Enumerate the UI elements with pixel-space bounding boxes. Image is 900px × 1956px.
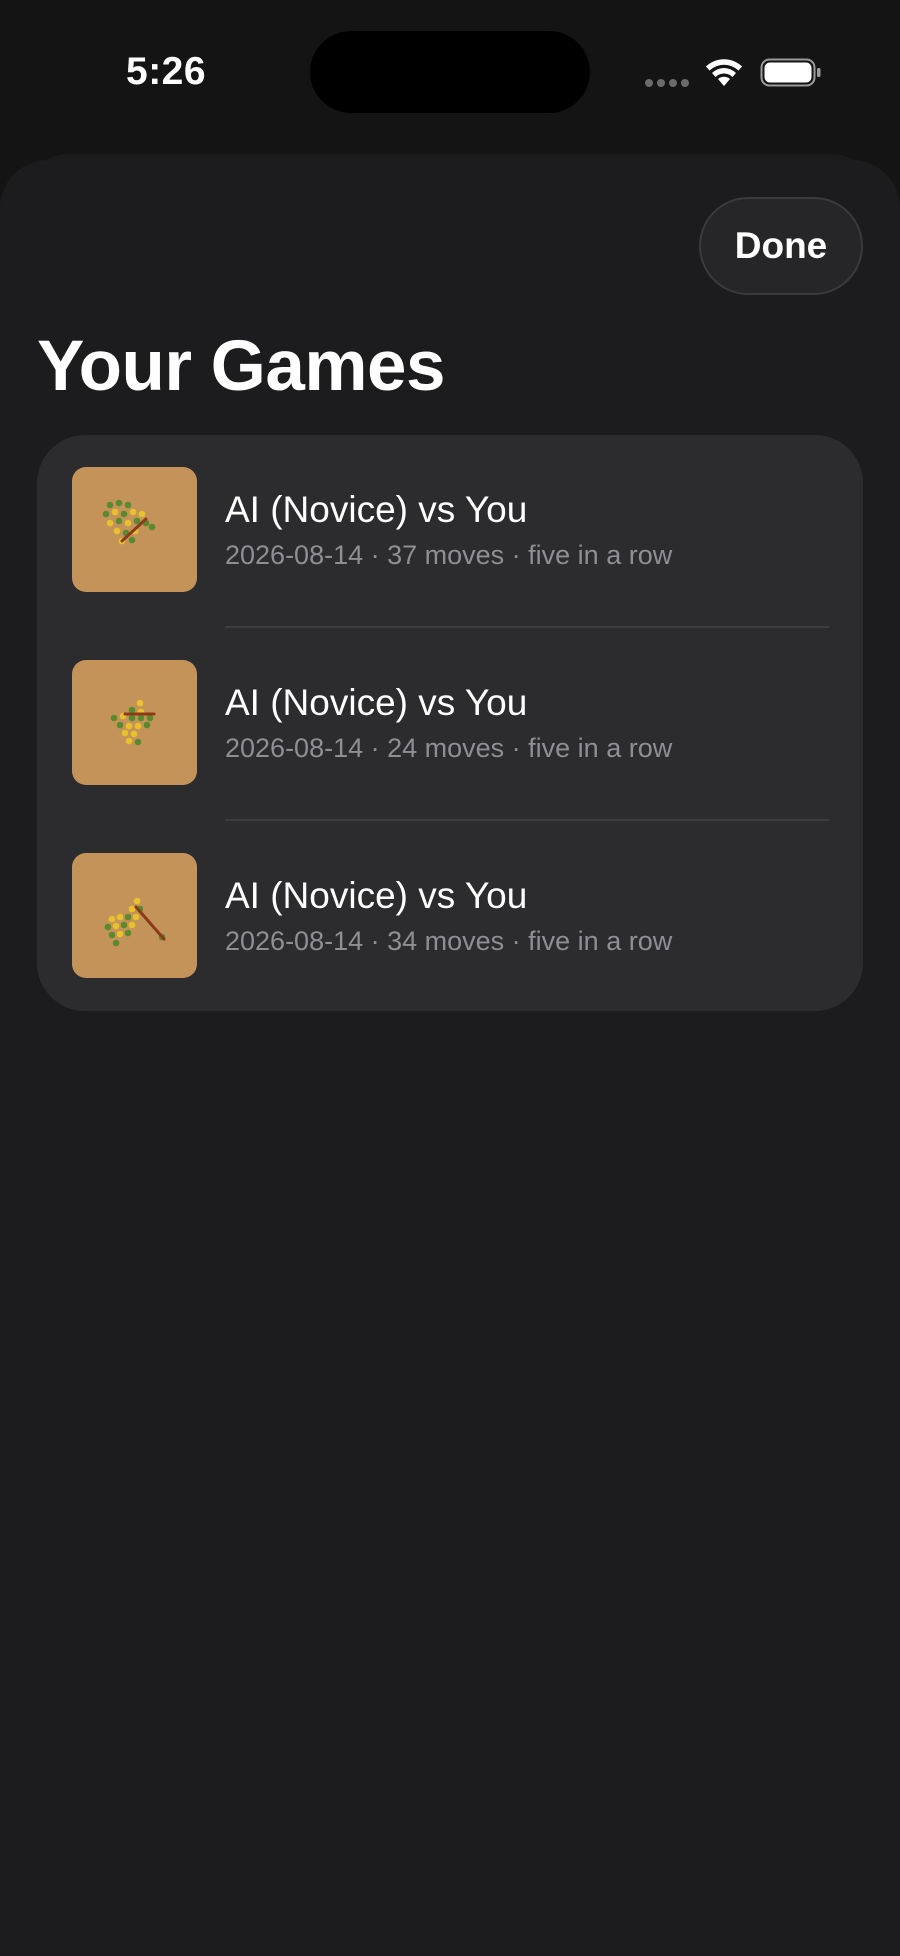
games-sheet: Done Your Games AI (Novice) vs You 2026-…	[0, 160, 900, 1956]
game-row-text: AI (Novice) vs You 2026-08-14 · 24 moves…	[225, 684, 672, 762]
game-row-text: AI (Novice) vs You 2026-08-14 · 37 moves…	[225, 491, 672, 569]
game-row-text: AI (Novice) vs You 2026-08-14 · 34 moves…	[225, 877, 672, 955]
cellular-signal-icon	[645, 79, 689, 87]
board-thumbnail	[72, 467, 197, 592]
game-row[interactable]: AI (Novice) vs You 2026-08-14 · 34 moves…	[37, 821, 863, 1011]
wifi-icon	[706, 59, 742, 86]
stones	[104, 897, 166, 947]
board-thumbnail	[72, 660, 197, 785]
game-subtitle: 2026-08-14 · 24 moves · five in a row	[225, 733, 673, 763]
game-title: AI (Novice) vs You	[225, 875, 528, 916]
done-button[interactable]: Done	[699, 197, 863, 295]
game-row[interactable]: AI (Novice) vs You 2026-08-14 · 24 moves…	[37, 628, 863, 821]
stones	[110, 699, 154, 746]
board-thumbnail	[72, 853, 197, 978]
screen: 5:26 Done Your Games AI (Novice) vs You …	[0, 0, 900, 1956]
game-subtitle: 2026-08-14 · 37 moves · five in a row	[225, 540, 673, 570]
game-title: AI (Novice) vs You	[225, 682, 528, 723]
stones	[102, 499, 156, 545]
battery-icon	[760, 58, 821, 87]
status-time: 5:26	[126, 50, 207, 93]
game-row[interactable]: AI (Novice) vs You 2026-08-14 · 37 moves…	[37, 435, 863, 628]
game-title: AI (Novice) vs You	[225, 489, 528, 530]
dynamic-island	[310, 31, 590, 113]
page-title: Your Games	[37, 327, 446, 406]
game-subtitle: 2026-08-14 · 34 moves · five in a row	[225, 926, 673, 956]
games-list: AI (Novice) vs You 2026-08-14 · 37 moves…	[37, 435, 863, 1011]
